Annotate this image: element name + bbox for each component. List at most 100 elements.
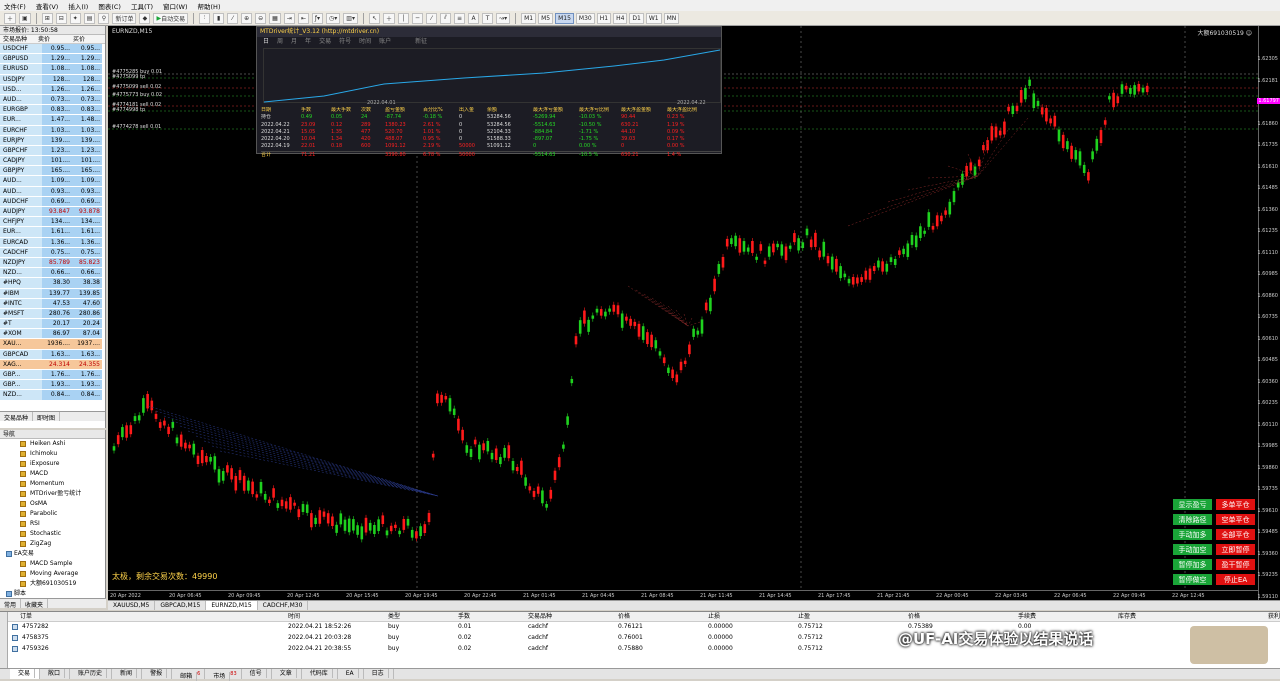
navigator-item[interactable]: Parabolic [0, 509, 105, 519]
ea-button[interactable]: 手动加空 [1172, 543, 1213, 556]
col-ask[interactable]: 买价 [70, 35, 105, 43]
stats-tab[interactable]: 账户 [379, 37, 391, 47]
market-watch-row[interactable]: CADCHF 0.75... 0.75... [0, 247, 105, 258]
zoom-in-icon[interactable]: ⊕ [241, 12, 253, 24]
navigator-item[interactable]: ZigZag [0, 539, 105, 549]
chart-shift-button[interactable]: ⇤ [297, 12, 309, 24]
market-watch-row[interactable]: EURCAD 1.36... 1.36... [0, 237, 105, 248]
metaeditor-button[interactable]: ◆ [139, 12, 151, 24]
chart-window-tab[interactable]: GBPCAD,M15 [155, 601, 207, 610]
menu-item[interactable]: 窗口(W) [163, 1, 188, 11]
navigator-item[interactable]: MTDriver盈亏统计 [0, 489, 105, 499]
market-watch-row[interactable]: EURUSD 1.08... 1.08... [0, 64, 105, 75]
market-watch-row[interactable]: GBPJPY 165.... 165.... [0, 166, 105, 177]
market-watch-row[interactable]: EUR... 1.47... 1.48... [0, 115, 105, 126]
market-watch-row[interactable]: CHFJPY 134.... 134.... [0, 217, 105, 228]
menu-item[interactable]: 文件(F) [4, 1, 26, 11]
market-watch-row[interactable]: XAU... 1936.... 1937.... [0, 339, 105, 350]
market-watch-row[interactable]: #XOM 86.97 87.04 [0, 329, 105, 340]
terminal-tab[interactable]: 交易 [10, 669, 41, 679]
market-watch-row[interactable]: #MSFT 280.76 280.86 [0, 308, 105, 320]
navigator-item[interactable]: Heiken Ashi [0, 439, 105, 449]
data-window-toggle[interactable]: ⊟ [55, 12, 67, 24]
market-watch-row[interactable]: AUDCHF 0.69... 0.69... [0, 196, 105, 207]
market-watch-row[interactable]: AUD... 0.93... 0.93... [0, 186, 105, 197]
timeframe-m15-button[interactable]: M15 [555, 12, 574, 24]
terminal-column-header[interactable]: 订单 [20, 612, 32, 622]
terminal-tab[interactable]: EA [338, 669, 364, 679]
terminal-tab[interactable]: 信号 [242, 669, 272, 679]
market-watch-row[interactable]: EUR... 1.61... 1.61... [0, 227, 105, 238]
navigator-tab[interactable]: 常用 [0, 599, 22, 609]
bar-chart-button[interactable]: ⫶ [199, 12, 211, 24]
terminal-column-header[interactable]: 价格 [618, 612, 630, 622]
menu-item[interactable]: 查看(V) [36, 1, 59, 11]
navigator-toggle[interactable]: ✦ [69, 12, 81, 24]
market-watch-row[interactable]: AUD... 1.09... 1.09... [0, 176, 105, 187]
terminal-tab[interactable]: 代码库 [302, 669, 338, 679]
order-line-label[interactable]: #4775099 tp [112, 74, 145, 80]
terminal-tab[interactable]: 新闻 [112, 669, 143, 679]
terminal-column-header[interactable]: 类型 [388, 612, 400, 622]
navigator-item[interactable]: Ichimoku [0, 449, 105, 459]
crosshair-icon[interactable]: ＋ [383, 12, 396, 24]
terminal-tab[interactable]: 警报 [142, 669, 173, 679]
market-watch-row[interactable]: NZD... 0.66... 0.66... [0, 268, 105, 279]
terminal-column-header[interactable]: 止盈 [798, 612, 810, 622]
templates-button[interactable]: ▥▾ [343, 12, 358, 24]
ea-button[interactable]: 空单平仓 [1215, 513, 1256, 526]
new-order-button[interactable]: 新订单 [112, 12, 137, 24]
tile-windows-button[interactable]: ▦ [269, 12, 281, 24]
terminal-tab[interactable]: 日志 [364, 669, 394, 679]
chart-window-tab[interactable]: XAUUSD,M5 [108, 601, 156, 610]
ea-button[interactable]: 手动加多 [1172, 528, 1213, 541]
horizontal-line-icon[interactable]: ─ [412, 12, 424, 24]
terminal-column-header[interactable]: 价格 [908, 612, 920, 622]
terminal-column-header[interactable]: 库存费 [1118, 612, 1136, 622]
order-line-label[interactable]: #4775099 sell 0.02 [112, 84, 161, 90]
navigator-tab[interactable]: 收藏夹 [21, 599, 49, 609]
market-watch-row[interactable]: GBPCHF 1.23... 1.23... [0, 145, 105, 157]
navigator-item[interactable]: 大额691030519 [0, 579, 105, 589]
navigator-item[interactable]: RSI [0, 519, 105, 529]
stats-tab[interactable]: 符号 [339, 37, 351, 47]
navigator-item[interactable]: Stochastic [0, 529, 105, 539]
indicators-button[interactable]: ƒ▾ [311, 12, 324, 24]
timeframe-m1-button[interactable]: M1 [521, 12, 537, 24]
timeframe-h1-button[interactable]: H1 [596, 12, 612, 24]
auto-trading-button[interactable]: ▶ 自动交易 [153, 12, 189, 24]
market-watch-row[interactable]: XAG... 24.314 24.355 [0, 359, 105, 370]
terminal-tab[interactable]: 账户历史 [70, 669, 113, 679]
stats-tab[interactable]: 日 [263, 37, 269, 47]
text-icon[interactable]: A [468, 12, 480, 24]
market-watch-row[interactable]: #IBM 139.77 139.85 [0, 288, 105, 299]
navigator-item[interactable]: MACD [0, 469, 105, 479]
zoom-out-icon[interactable]: ⊖ [255, 12, 267, 24]
market-watch-row[interactable]: GBPCAD 1.63... 1.63... [0, 349, 105, 360]
market-watch-row[interactable]: #HPQ 38.30 38.38 [0, 278, 105, 289]
menu-item[interactable]: 图表(C) [98, 1, 121, 11]
menu-item[interactable]: 工具(T) [131, 1, 153, 11]
ea-button[interactable]: 暂停做空 [1172, 573, 1213, 586]
market-watch-row[interactable]: GBP... 1.93... 1.93... [0, 380, 105, 391]
profiles-button[interactable]: ▣ [19, 12, 31, 24]
cursor-icon[interactable]: ↖ [368, 12, 380, 24]
market-watch-row[interactable]: GBP... 1.76... 1.76... [0, 370, 105, 381]
time-axis[interactable]: 20 Apr 2022 20 Apr 06:45 20 Apr 09:45 20 Ap… [108, 590, 1258, 600]
auto-scroll-button[interactable]: ⇥ [283, 12, 295, 24]
navigator-item[interactable]: iExposure [0, 459, 105, 469]
ea-button[interactable]: 暂停加多 [1172, 558, 1213, 571]
ea-button[interactable]: 多单平仓 [1215, 498, 1256, 511]
price-axis[interactable]: 1.623051.621811.619871.618601.617351.616… [1257, 26, 1280, 600]
timeframe-m30-button[interactable]: M30 [575, 12, 595, 24]
terminal-tab[interactable]: 邮箱 6 [172, 669, 206, 681]
arrows-icon[interactable]: ↝▾ [496, 12, 511, 24]
stats-tab[interactable]: 新征 [415, 37, 427, 47]
label-icon[interactable]: T [482, 12, 494, 24]
timeframe-d1-button[interactable]: D1 [629, 12, 644, 24]
ea-button[interactable]: 显示盈亏 [1172, 498, 1213, 511]
terminal-column-header[interactable]: 手数 [458, 612, 470, 622]
line-chart-button[interactable]: ⁄ [227, 12, 239, 24]
market-watch-row[interactable]: GBPUSD 1.29... 1.29... [0, 54, 105, 65]
market-watch-row[interactable]: EURJPY 139.... 139.... [0, 135, 105, 146]
